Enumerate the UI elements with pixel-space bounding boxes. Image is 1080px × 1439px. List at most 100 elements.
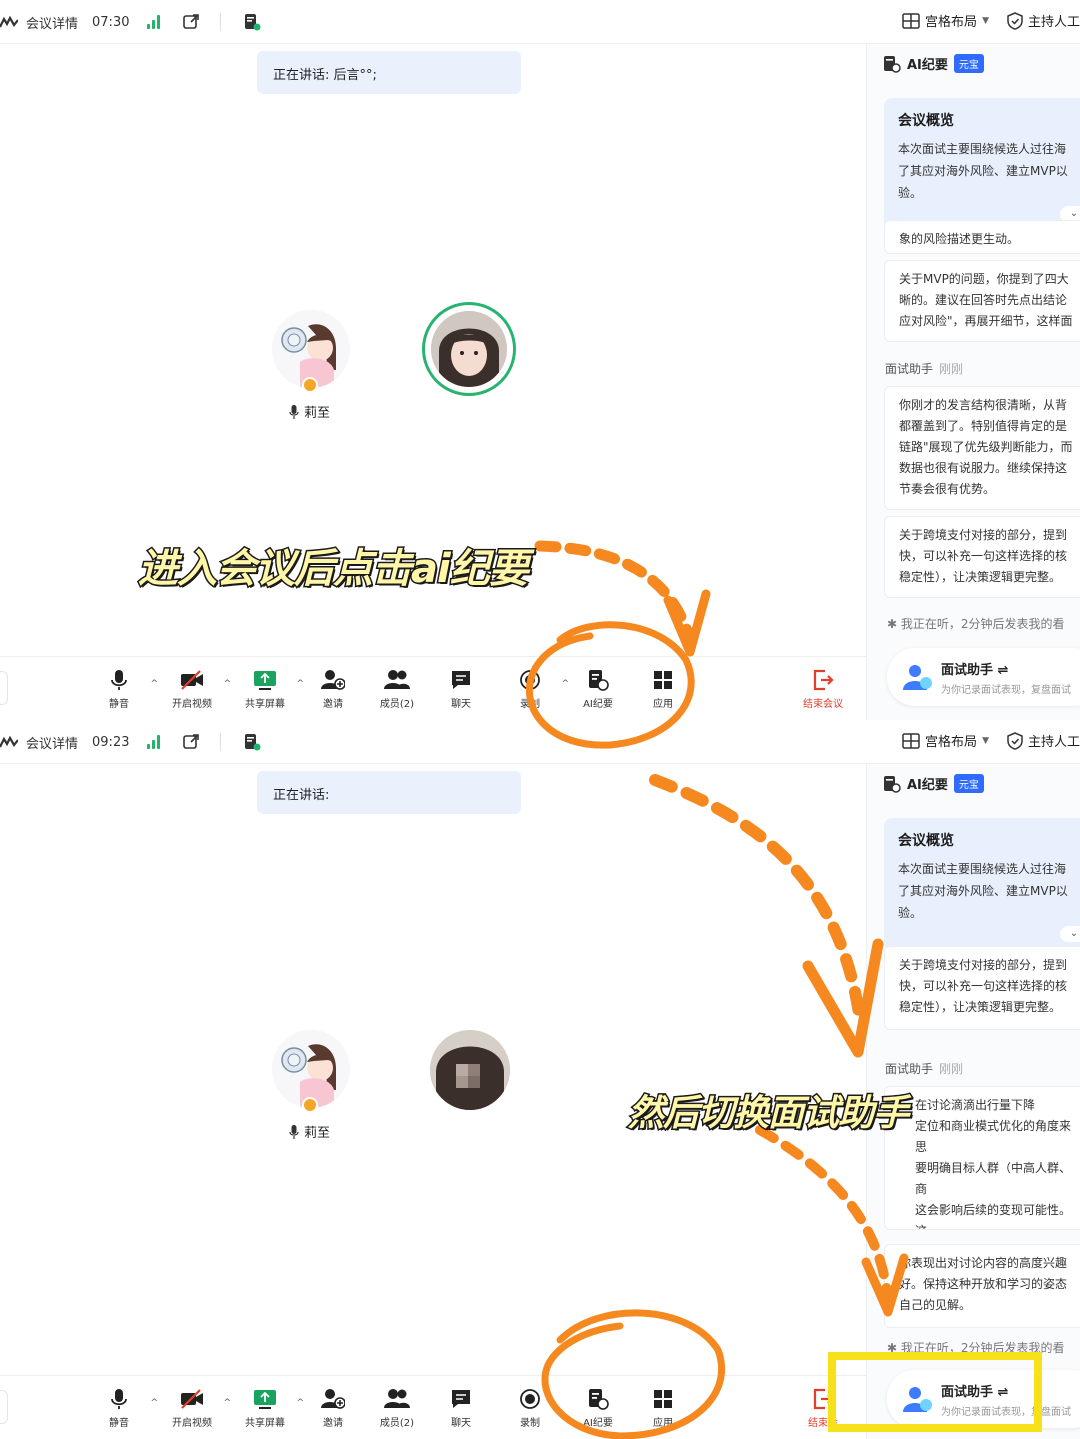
host-tools-button[interactable]: 主持人工 (1007, 11, 1080, 30)
apps-icon (654, 1390, 672, 1408)
panel-header: AI纪要 元宝 (883, 774, 984, 793)
members-button[interactable]: 成员(2) (362, 1388, 432, 1429)
app-logo-icon (0, 16, 18, 28)
meeting-overview-card: 会议概览 本次面试主要围绕候选人过往海 了其应对海外风险、建立MVP以 验。 ⌄ (884, 98, 1080, 230)
yuanbao-tag: 元宝 (953, 54, 984, 73)
members-icon (384, 1389, 410, 1408)
share-screen-button[interactable]: 共享屏幕 ^ (230, 669, 304, 710)
exit-icon (813, 669, 834, 691)
meeting-toolbar: 静音^ 开启视频^ 共享屏幕^ 邀请 成员(2) 聊天 录制^ AI纪要 (0, 656, 866, 720)
assistant-avatar-icon (903, 665, 932, 690)
ai-notes-icon (884, 775, 901, 793)
members-icon (384, 670, 410, 689)
top-bar: 会议详情 07:30 宫格布局 ▼ 主持人工 (0, 0, 1080, 44)
meeting-screen-1: 会议详情 07:30 宫格布局 ▼ 主持人工 正在讲话: 后言°°; 莉至 静音… (0, 0, 1080, 720)
share-screen-icon (254, 1390, 276, 1409)
meeting-details-link[interactable]: 会议详情 (26, 733, 78, 752)
chat-icon (452, 671, 470, 689)
panel-title: AI纪要 (907, 58, 948, 73)
invite-button[interactable]: 邀请 (298, 1388, 368, 1429)
apps-button[interactable]: 应用 (628, 669, 698, 710)
shield-icon (1007, 731, 1023, 750)
popout-icon[interactable] (182, 13, 200, 31)
shield-icon (1007, 11, 1023, 30)
share-screen-button[interactable]: 共享屏幕 ^ (230, 1388, 304, 1429)
host-badge-icon (302, 1097, 318, 1113)
grid-layout-button[interactable]: 宫格布局 ▼ (902, 731, 989, 750)
participant-avatar-photo[interactable] (430, 1030, 510, 1110)
overview-title: 会议概览 (898, 833, 954, 849)
host-tools-button[interactable]: 主持人工 (1007, 731, 1080, 750)
meeting-toolbar: 静音 ^ 开启视频 ^ 共享屏幕 ^ 邀请 成员(2) 聊天 录制 AI纪要 应… (0, 1375, 866, 1439)
chevron-down-icon: ▼ (982, 15, 989, 26)
share-screen-icon (254, 671, 276, 690)
participant-name: 莉至 (304, 406, 331, 421)
grid-layout-icon (902, 732, 920, 749)
ai-notes-icon (589, 1389, 609, 1410)
mic-icon (289, 404, 299, 419)
mute-button[interactable]: 静音 ^ (84, 1388, 158, 1429)
participant-name: 莉至 (304, 1126, 331, 1141)
ai-summary-button[interactable]: AI纪要 (563, 1388, 633, 1429)
popout-icon[interactable] (182, 733, 200, 751)
microphone-icon (111, 670, 127, 690)
meeting-details-link[interactable]: 会议详情 (26, 13, 78, 32)
participant-name-row: 莉至 (289, 1122, 330, 1141)
add-user-icon (321, 1389, 345, 1409)
ai-notes-icon (589, 670, 609, 691)
meeting-overview-card: 会议概览 本次面试主要围绕候选人过往海 了其应对海外风险、建立MVP以 验。 ⌄ (884, 818, 1080, 950)
chat-button[interactable]: 聊天 (426, 1388, 496, 1429)
members-button[interactable]: 成员(2) (362, 669, 432, 710)
panel-title: AI纪要 (907, 778, 948, 793)
notes-icon[interactable] (243, 13, 261, 31)
assistant-avatar-icon (903, 1387, 932, 1412)
record-icon (520, 670, 540, 690)
grid-layout-button[interactable]: 宫格布局 ▼ (902, 11, 989, 30)
signal-icon (147, 735, 161, 749)
host-label: 主持人工 (1027, 15, 1080, 30)
collapse-handle[interactable] (0, 1390, 8, 1424)
overview-body: 本次面试主要围绕候选人过往海 了其应对海外风险、建立MVP以 验。 (898, 862, 1068, 920)
invite-button[interactable]: 邀请 (298, 669, 368, 710)
interview-assistant-switch[interactable]: 面试助手 ⇌ 为你记录面试表现，复盘面试 (887, 1370, 1080, 1428)
feedback-card: 你刚才的发言结构很清晰，从背 都覆盖到了。特别值得肯定的是 链路"展现了优先级判… (884, 386, 1080, 510)
end-meeting-button[interactable]: 结束会 (788, 1388, 858, 1429)
collapse-chevron-icon[interactable]: ⌄ (1060, 926, 1080, 942)
camera-off-icon (181, 1389, 203, 1409)
panel-header: AI纪要 元宝 (883, 54, 984, 73)
assistant-section-label: 面试助手 刚刚 (885, 1062, 964, 1076)
speaking-indicator: 正在讲话: (257, 771, 521, 814)
signal-icon (147, 15, 161, 29)
layout-label: 宫格布局 (925, 735, 978, 750)
chat-button[interactable]: 聊天 (426, 669, 496, 710)
apps-button[interactable]: 应用 (628, 1388, 698, 1429)
caption-step-2: 然后切换面试助手 (626, 1092, 910, 1136)
interview-assistant-switch[interactable]: 面试助手 ⇌ 为你记录面试表现，复盘面试 (887, 648, 1080, 706)
video-button[interactable]: 开启视频 ^ (157, 1388, 231, 1429)
participant-avatar-photo[interactable] (422, 302, 516, 396)
feedback-card: 在讨论滴滴出行量下降 定位和商业模式优化的角度来思 要明确目标人群（中高人群、商… (884, 1086, 1080, 1230)
layout-label: 宫格布局 (925, 15, 978, 30)
collapse-handle[interactable] (0, 671, 8, 705)
assistant-section-label: 面试助手 刚刚 (885, 362, 964, 376)
yuanbao-tag: 元宝 (953, 774, 984, 793)
listening-status: ✱ 我正在听，2分钟后发表我的看 (887, 617, 1065, 631)
notes-icon[interactable] (243, 733, 261, 751)
mute-button[interactable]: 静音 ^ (84, 669, 158, 710)
top-bar: 会议详情 09:23 宫格布局 ▼ 主持人工 (0, 720, 1080, 764)
mic-icon (289, 1124, 299, 1139)
host-label: 主持人工 (1027, 735, 1080, 750)
record-button[interactable]: 录制 ^ (495, 669, 569, 710)
overview-body: 本次面试主要围绕候选人过往海 了其应对海外风险、建立MVP以 验。 (898, 142, 1068, 200)
record-button[interactable]: 录制 (495, 1388, 565, 1429)
host-badge-icon (302, 377, 318, 393)
feedback-card: 你表现出对讨论内容的高度兴趣 好。保持这种开放和学习的姿态 自己的见解。 (884, 1244, 1080, 1328)
chevron-down-icon: ▼ (982, 735, 989, 746)
end-meeting-button[interactable]: 结束会议 (788, 669, 858, 710)
app-logo-icon (0, 736, 18, 748)
feedback-card: 关于跨境支付对接的部分，提到 快，可以补充一句这样选择的核 稳定性），让决策逻辑… (884, 946, 1080, 1030)
ai-summary-button[interactable]: AI纪要 (563, 669, 633, 710)
feedback-card: 象的风险描述更生动。 (884, 220, 1080, 254)
camera-off-icon (181, 670, 203, 690)
video-button[interactable]: 开启视频 ^ (157, 669, 231, 710)
